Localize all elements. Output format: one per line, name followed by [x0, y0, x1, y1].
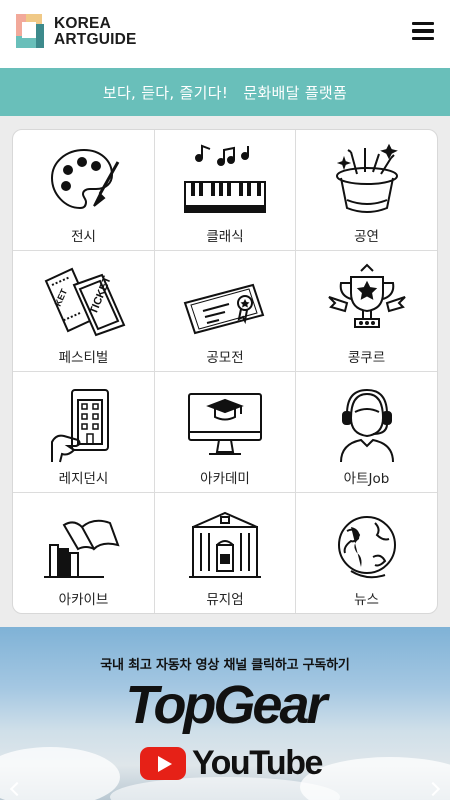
menu-item-residency[interactable]: 레지던시 [13, 372, 155, 493]
menu-item-label: 공연 [354, 229, 379, 245]
menu-item-label: 콩쿠르 [347, 350, 386, 366]
graduation-monitor-icon [188, 393, 262, 455]
logo-line-1: KOREA [54, 15, 111, 32]
palette-icon [50, 148, 119, 210]
menu-item-classic[interactable]: 클래식 [155, 130, 296, 251]
menu-item-label: 공모전 [206, 350, 244, 366]
hamburger-menu-icon[interactable] [412, 22, 434, 44]
globe-icon [337, 516, 396, 579]
headset-agent-icon [339, 388, 394, 463]
logo-mark-icon [16, 14, 46, 50]
books-icon [43, 519, 120, 578]
menu-item-label: 클래식 [206, 229, 244, 245]
topgear-ad-banner[interactable]: 국내 최고 자동차 영상 채널 클릭하고 구독하기 TopGear YouTub… [0, 627, 450, 800]
slogan-text: 보다, 듣다, 즐기다! 문화배달 플랫폼 [102, 83, 348, 102]
ad-caption: 국내 최고 자동차 영상 채널 클릭하고 구독하기 [100, 658, 350, 673]
menu-item-label: 아트Job [343, 471, 390, 487]
menu-item-performance[interactable]: 공연 [296, 130, 437, 251]
museum-icon [189, 511, 261, 578]
menu-item-label: 페스티벌 [58, 350, 109, 366]
menu-item-news[interactable]: 뉴스 [296, 493, 437, 613]
menu-item-label: 레지던시 [58, 471, 109, 487]
svg-text:KET: KET [52, 287, 69, 308]
logo-line-2: ARTGUIDE [54, 31, 137, 48]
menu-item-festival[interactable]: TICKET KET 페스티벌 [13, 251, 155, 372]
piano-icon [184, 144, 266, 213]
magic-hat-icon [335, 143, 398, 213]
menu-item-archive[interactable]: 아카이브 [13, 493, 155, 613]
logo[interactable]: KOREA ARTGUIDE [16, 14, 137, 50]
youtube-play-icon [140, 747, 186, 780]
header: KOREA ARTGUIDE [0, 0, 450, 68]
youtube-wordmark: YouTube [192, 744, 323, 782]
topgear-logo: TopGear [125, 675, 327, 735]
slogan-banner: 보다, 듣다, 즐기다! 문화배달 플랫폼 [0, 68, 450, 116]
menu-item-contest[interactable]: 공모전 [155, 251, 296, 372]
menu-item-label: 뉴스 [354, 592, 379, 608]
tickets-icon: TICKET KET [44, 267, 125, 337]
trophy-icon [327, 263, 406, 328]
menu-item-label: 전시 [71, 229, 96, 245]
menu-item-academy[interactable]: 아카데미 [155, 372, 296, 493]
menu-item-museum[interactable]: 뮤지엄 [155, 493, 296, 613]
menu-item-art-job[interactable]: 아트Job [296, 372, 437, 493]
menu-item-label: 아카데미 [200, 471, 250, 487]
menu-item-label: 아카이브 [58, 592, 109, 608]
menu-item-exhibition[interactable]: 전시 [13, 130, 155, 251]
building-tablet-icon [50, 389, 109, 463]
menu-item-competition[interactable]: 콩쿠르 [296, 251, 437, 372]
category-menu: 전시 클래식 공연 TICKET KET 페스티벌 공모전 콩쿠르 레지던시 아… [12, 129, 438, 614]
certificate-icon [183, 283, 265, 335]
menu-item-label: 뮤지엄 [206, 592, 244, 608]
youtube-logo: YouTube [140, 744, 323, 783]
